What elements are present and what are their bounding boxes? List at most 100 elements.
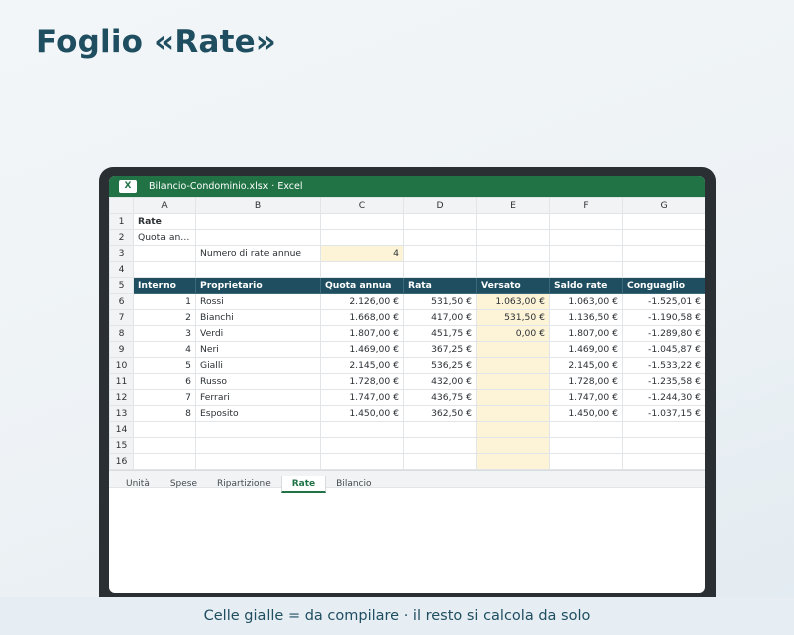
- row-number[interactable]: 7: [109, 309, 134, 326]
- cell[interactable]: [320, 421, 404, 438]
- row-number[interactable]: 11: [109, 373, 134, 390]
- cell-a2[interactable]: Quota an…: [133, 229, 196, 246]
- row-number[interactable]: 8: [109, 325, 134, 342]
- cell-quota-annua[interactable]: 2.126,00 €: [320, 293, 404, 310]
- column-header-c[interactable]: C: [320, 197, 404, 214]
- header-saldo-rate[interactable]: Saldo rate: [549, 277, 623, 294]
- cell-versato-input[interactable]: [476, 453, 550, 470]
- cell-interno[interactable]: 1: [133, 293, 196, 310]
- header-interno[interactable]: Interno: [133, 277, 196, 294]
- cell-versato-input[interactable]: [476, 373, 550, 390]
- cell-quota-annua[interactable]: 1.728,00 €: [320, 373, 404, 390]
- cell-conguaglio[interactable]: -1.244,30 €: [622, 389, 705, 406]
- column-header-a[interactable]: A: [133, 197, 196, 214]
- rate-count-input[interactable]: 4: [320, 245, 404, 262]
- cell[interactable]: [476, 213, 550, 230]
- cell[interactable]: [549, 213, 623, 230]
- cell[interactable]: [403, 245, 477, 262]
- cell[interactable]: [403, 453, 477, 470]
- tab-ripartizione[interactable]: Ripartizione: [207, 476, 281, 492]
- cell-saldo-rate[interactable]: 1.728,00 €: [549, 373, 623, 390]
- row-number[interactable]: 13: [109, 405, 134, 422]
- row-number[interactable]: 1: [109, 213, 134, 230]
- cell-saldo-rate[interactable]: 1.136,50 €: [549, 309, 623, 326]
- header-quota-annua[interactable]: Quota annua: [320, 277, 404, 294]
- cell-saldo-rate[interactable]: 1.469,00 €: [549, 341, 623, 358]
- cell-versato-input[interactable]: [476, 437, 550, 454]
- cell-rata[interactable]: 432,00 €: [403, 373, 477, 390]
- cell-versato-input[interactable]: 1.063,00 €: [476, 293, 550, 310]
- row-number[interactable]: 16: [109, 453, 134, 470]
- cell-proprietario[interactable]: Esposito: [195, 405, 321, 422]
- cell-rata[interactable]: 531,50 €: [403, 293, 477, 310]
- cell-saldo-rate[interactable]: 1.807,00 €: [549, 325, 623, 342]
- cell-conguaglio[interactable]: -1.045,87 €: [622, 341, 705, 358]
- cell[interactable]: [622, 261, 705, 278]
- cell[interactable]: [622, 229, 705, 246]
- row-number[interactable]: 10: [109, 357, 134, 374]
- select-all-corner[interactable]: [109, 197, 134, 214]
- tab-spese[interactable]: Spese: [160, 476, 207, 492]
- cell[interactable]: [403, 229, 477, 246]
- cell[interactable]: [549, 261, 623, 278]
- cell[interactable]: [195, 437, 321, 454]
- cell-interno[interactable]: 8: [133, 405, 196, 422]
- cell[interactable]: [195, 453, 321, 470]
- cell-conguaglio[interactable]: -1.037,15 €: [622, 405, 705, 422]
- cell[interactable]: [320, 213, 404, 230]
- tab-unita[interactable]: Unità: [116, 476, 160, 492]
- cell-quota-annua[interactable]: 1.668,00 €: [320, 309, 404, 326]
- cell-proprietario[interactable]: Rossi: [195, 293, 321, 310]
- cell[interactable]: [622, 421, 705, 438]
- cell-interno[interactable]: 2: [133, 309, 196, 326]
- cell-proprietario[interactable]: Gialli: [195, 357, 321, 374]
- row-number[interactable]: 14: [109, 421, 134, 438]
- cell[interactable]: [403, 437, 477, 454]
- cell[interactable]: [195, 261, 321, 278]
- cell-quota-annua[interactable]: 1.450,00 €: [320, 405, 404, 422]
- cell-versato-input[interactable]: [476, 341, 550, 358]
- column-header-e[interactable]: E: [476, 197, 550, 214]
- header-rata[interactable]: Rata: [403, 277, 477, 294]
- cell[interactable]: [403, 261, 477, 278]
- cell-proprietario[interactable]: Bianchi: [195, 309, 321, 326]
- cell-quota-annua[interactable]: 1.469,00 €: [320, 341, 404, 358]
- row-number[interactable]: 12: [109, 389, 134, 406]
- cell[interactable]: [133, 245, 196, 262]
- column-header-b[interactable]: B: [195, 197, 321, 214]
- cell-rata[interactable]: 536,25 €: [403, 357, 477, 374]
- cell[interactable]: [476, 261, 550, 278]
- cell-rata[interactable]: 367,25 €: [403, 341, 477, 358]
- row-number[interactable]: 3: [109, 245, 134, 262]
- cell-conguaglio[interactable]: -1.525,01 €: [622, 293, 705, 310]
- cell[interactable]: [133, 421, 196, 438]
- cell-quota-annua[interactable]: 1.747,00 €: [320, 389, 404, 406]
- cell-versato-input[interactable]: [476, 389, 550, 406]
- cell-conguaglio[interactable]: -1.289,80 €: [622, 325, 705, 342]
- row-number[interactable]: 15: [109, 437, 134, 454]
- cell[interactable]: [476, 245, 550, 262]
- column-header-g[interactable]: G: [622, 197, 705, 214]
- cell[interactable]: [476, 229, 550, 246]
- cell-versato-input[interactable]: 531,50 €: [476, 309, 550, 326]
- cell[interactable]: [549, 229, 623, 246]
- cell-proprietario[interactable]: Ferrari: [195, 389, 321, 406]
- cell[interactable]: [549, 421, 623, 438]
- cell-saldo-rate[interactable]: 1.063,00 €: [549, 293, 623, 310]
- cell-rata[interactable]: 436,75 €: [403, 389, 477, 406]
- cell[interactable]: [622, 213, 705, 230]
- cell-proprietario[interactable]: Verdi: [195, 325, 321, 342]
- cell[interactable]: [195, 229, 321, 246]
- cell[interactable]: [133, 437, 196, 454]
- cell-proprietario[interactable]: Neri: [195, 341, 321, 358]
- cell-conguaglio[interactable]: -1.235,58 €: [622, 373, 705, 390]
- header-proprietario[interactable]: Proprietario: [195, 277, 321, 294]
- cell-versato-input[interactable]: [476, 405, 550, 422]
- cell[interactable]: [549, 437, 623, 454]
- cell-interno[interactable]: 3: [133, 325, 196, 342]
- cell[interactable]: [549, 245, 623, 262]
- cell-rata[interactable]: 451,75 €: [403, 325, 477, 342]
- row-number[interactable]: 9: [109, 341, 134, 358]
- cell-rata[interactable]: 362,50 €: [403, 405, 477, 422]
- cell-interno[interactable]: 6: [133, 373, 196, 390]
